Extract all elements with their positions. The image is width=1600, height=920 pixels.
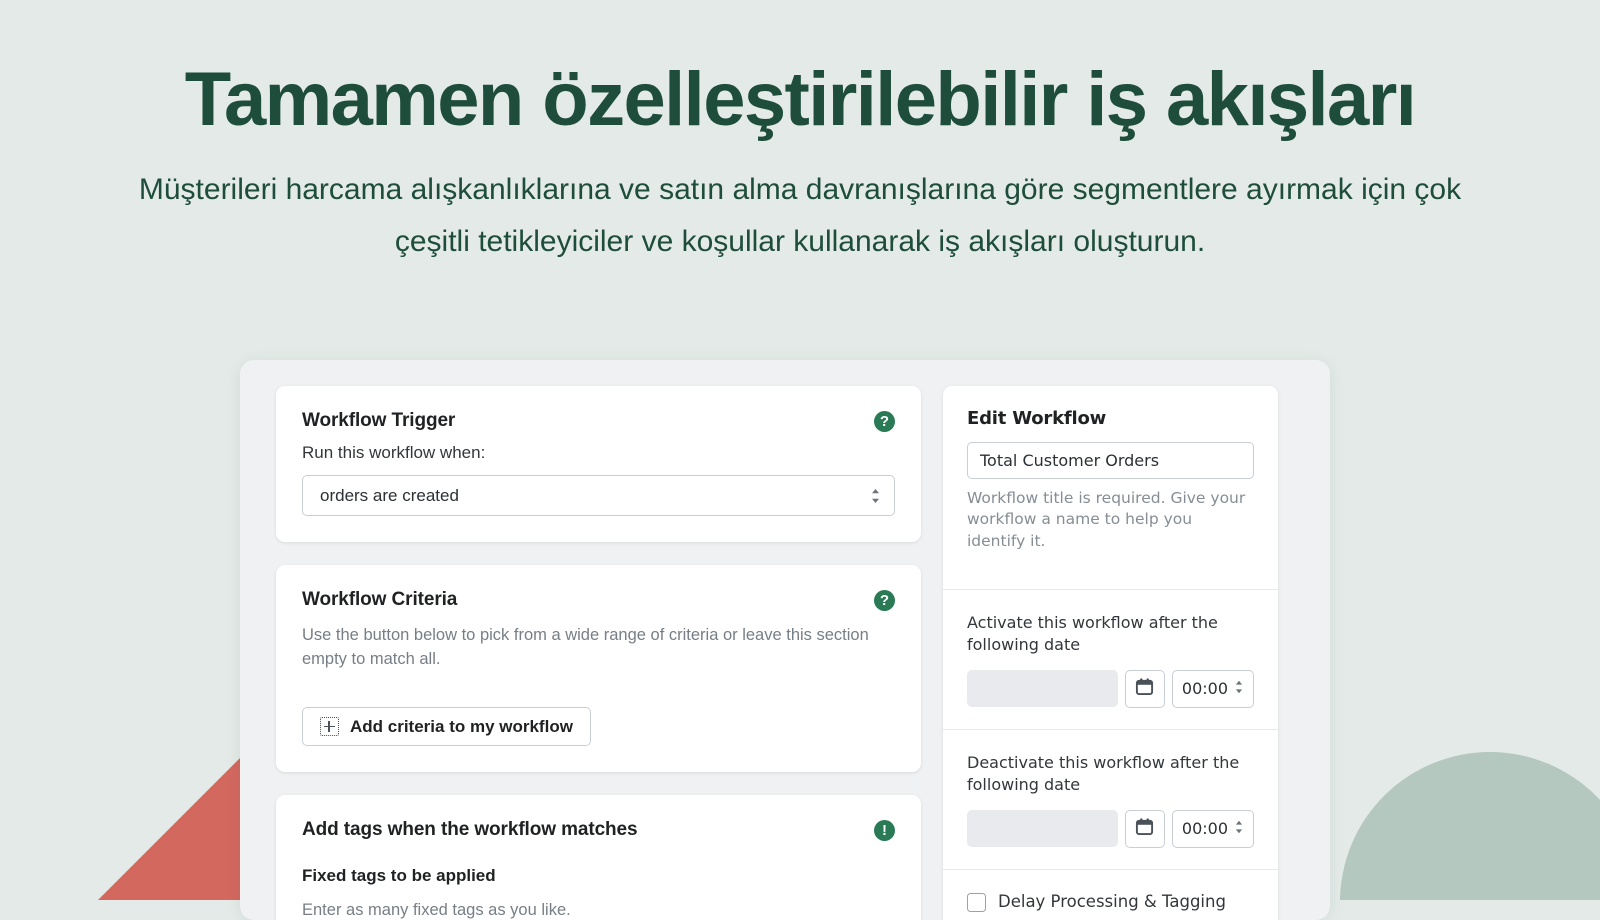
delay-processing-checkbox[interactable] bbox=[967, 893, 986, 912]
trigger-card-title: Workflow Trigger bbox=[302, 410, 455, 432]
edit-workflow-title: Edit Workflow bbox=[967, 408, 1254, 429]
add-tags-card: Add tags when the workflow matches ! Fix… bbox=[276, 795, 921, 920]
activate-calendar-button[interactable] bbox=[1125, 670, 1165, 708]
dashed-plus-square-icon bbox=[320, 717, 339, 736]
sage-circle-decoration bbox=[1340, 752, 1600, 900]
deactivate-date-section: Deactivate this workflow after the follo… bbox=[943, 730, 1278, 870]
deactivate-date-row: 00:00 bbox=[967, 810, 1254, 848]
trigger-select-value: orders are created bbox=[320, 486, 459, 506]
deactivate-calendar-button[interactable] bbox=[1125, 810, 1165, 848]
fixed-tags-label: Fixed tags to be applied bbox=[302, 866, 895, 886]
add-criteria-button-label: Add criteria to my workflow bbox=[350, 717, 573, 737]
criteria-card-header: Workflow Criteria ? bbox=[302, 589, 895, 611]
activate-date-section: Activate this workflow after the followi… bbox=[943, 590, 1278, 730]
delay-processing-label: Delay Processing & Tagging bbox=[998, 892, 1226, 911]
workflow-criteria-card: Workflow Criteria ? Use the button below… bbox=[276, 565, 921, 772]
edit-workflow-section: Edit Workflow Total Customer Orders Work… bbox=[943, 386, 1278, 590]
activate-date-input[interactable] bbox=[967, 670, 1118, 707]
workflow-title-input[interactable]: Total Customer Orders bbox=[967, 442, 1254, 479]
criteria-card-title: Workflow Criteria bbox=[302, 589, 457, 611]
page-title: Tamamen özelleştirilebilir iş akışları bbox=[0, 0, 1600, 142]
up-down-chevron-icon bbox=[1234, 819, 1244, 839]
page-subtitle: Müşterileri harcama alışkanlıklarına ve … bbox=[135, 164, 1465, 268]
deactivate-date-input[interactable] bbox=[967, 810, 1118, 847]
deactivate-time-value: 00:00 bbox=[1182, 819, 1228, 838]
edit-workflow-panel: Edit Workflow Total Customer Orders Work… bbox=[943, 386, 1278, 920]
workflow-title-value: Total Customer Orders bbox=[980, 451, 1159, 470]
deactivate-date-label: Deactivate this workflow after the follo… bbox=[967, 752, 1254, 796]
red-triangle-decoration bbox=[98, 754, 244, 900]
delay-processing-row[interactable]: Delay Processing & Tagging bbox=[967, 892, 1254, 912]
trigger-card-header: Workflow Trigger ? bbox=[302, 410, 895, 432]
workflow-editor-column: Workflow Trigger ? Run this workflow whe… bbox=[276, 386, 921, 920]
help-question-icon[interactable]: ? bbox=[874, 411, 895, 432]
workflow-title-help: Workflow title is required. Give your wo… bbox=[967, 488, 1254, 552]
calendar-icon bbox=[1135, 677, 1154, 700]
fixed-tags-help: Enter as many fixed tags as you like. bbox=[302, 899, 895, 920]
activate-time-stepper[interactable]: 00:00 bbox=[1172, 670, 1254, 708]
app-mockup-container: Workflow Trigger ? Run this workflow whe… bbox=[240, 360, 1330, 920]
activate-time-value: 00:00 bbox=[1182, 679, 1228, 698]
up-down-chevron-icon bbox=[870, 487, 881, 505]
activate-date-row: 00:00 bbox=[967, 670, 1254, 708]
delay-processing-section: Delay Processing & Tagging Select this o… bbox=[943, 870, 1278, 920]
workflow-settings-column: Edit Workflow Total Customer Orders Work… bbox=[943, 386, 1278, 920]
tags-card-header: Add tags when the workflow matches ! bbox=[302, 819, 895, 841]
deactivate-time-stepper[interactable]: 00:00 bbox=[1172, 810, 1254, 848]
workflow-trigger-card: Workflow Trigger ? Run this workflow whe… bbox=[276, 386, 921, 542]
add-criteria-button[interactable]: Add criteria to my workflow bbox=[302, 707, 591, 746]
criteria-description: Use the button below to pick from a wide… bbox=[302, 624, 895, 672]
alert-exclamation-icon[interactable]: ! bbox=[874, 820, 895, 841]
tags-card-title: Add tags when the workflow matches bbox=[302, 819, 637, 841]
hero-section: Tamamen özelleştirilebilir iş akışları M… bbox=[0, 0, 1600, 268]
up-down-chevron-icon bbox=[1234, 679, 1244, 699]
help-question-icon[interactable]: ? bbox=[874, 590, 895, 611]
trigger-field-label: Run this workflow when: bbox=[302, 443, 895, 463]
trigger-select[interactable]: orders are created bbox=[302, 475, 895, 516]
calendar-icon bbox=[1135, 817, 1154, 840]
activate-date-label: Activate this workflow after the followi… bbox=[967, 612, 1254, 656]
